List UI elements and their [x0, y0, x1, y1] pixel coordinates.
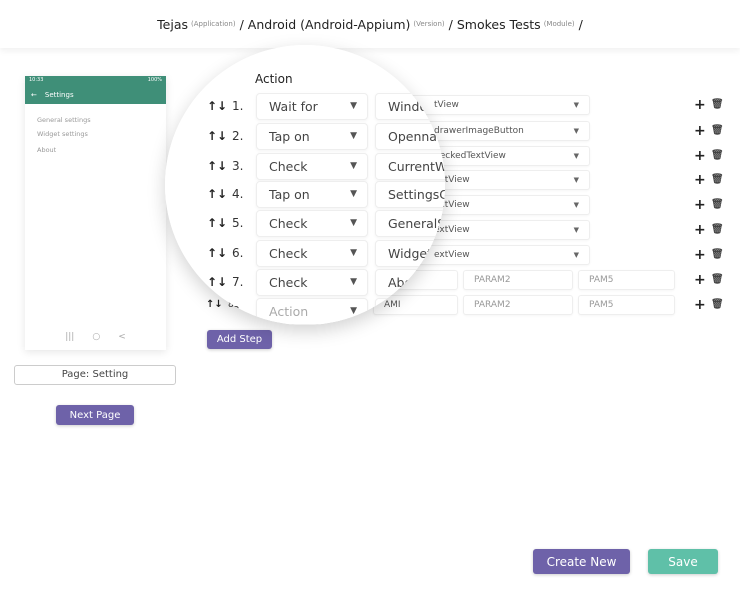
caret-down-icon: ▼: [573, 226, 579, 234]
version-label: (Version): [413, 20, 445, 28]
caret-down-icon: ▼: [350, 218, 357, 228]
caret-down-icon: ▼: [573, 101, 579, 109]
action-select[interactable]: Action ▼: [256, 298, 368, 325]
caret-down-icon: ▼: [350, 306, 357, 316]
target-value: extView: [434, 225, 470, 235]
action-select[interactable]: Check ▼: [256, 210, 368, 237]
trash-icon[interactable]: 🗑: [711, 95, 724, 115]
action-value: Check: [269, 275, 308, 290]
back-icon: <: [118, 332, 126, 342]
add-row-icon[interactable]: +: [694, 170, 706, 190]
reorder-icon[interactable]: ↑↓: [207, 210, 227, 237]
caret-down-icon: ▼: [350, 248, 357, 258]
breadcrumb-module[interactable]: Smokes Tests: [457, 17, 541, 32]
caret-down-icon: ▼: [573, 251, 579, 259]
action-column-header: Action: [255, 72, 293, 86]
reorder-icon[interactable]: ↑↓: [207, 240, 227, 267]
action-value: Tap on: [269, 187, 310, 202]
separator: /: [578, 16, 583, 32]
create-new-button[interactable]: Create New: [533, 549, 630, 574]
action-value: Tap on: [269, 129, 310, 144]
reorder-icon[interactable]: ↑↓: [207, 123, 227, 150]
step-number: 7.: [232, 275, 244, 289]
action-select[interactable]: Tap on ▼: [256, 181, 368, 208]
trash-icon[interactable]: 🗑: [711, 295, 724, 315]
add-row-icon[interactable]: +: [694, 121, 706, 141]
caret-down-icon: ▼: [573, 127, 579, 135]
step-number: 1.: [232, 99, 244, 113]
trash-icon[interactable]: 🗑: [711, 220, 724, 240]
action-value: Check: [269, 216, 308, 231]
target-value: tView: [434, 100, 459, 110]
reorder-icon[interactable]: ↑↓: [207, 181, 227, 208]
step-number: 6.: [232, 246, 244, 260]
phone-time: 10:33: [29, 77, 44, 83]
caret-down-icon: ▼: [350, 161, 357, 171]
target-value: heckedTextView: [434, 151, 506, 161]
reorder-icon[interactable]: ↑↓: [206, 295, 223, 315]
add-row-icon[interactable]: +: [694, 245, 706, 265]
param2-input[interactable]: PARAM2: [463, 295, 573, 315]
phone-nav-bar: ||| ○ <: [25, 332, 166, 342]
trash-icon[interactable]: 🗑: [711, 170, 724, 190]
action-value: Wait for: [269, 99, 318, 114]
reorder-icon[interactable]: ↑↓: [207, 269, 227, 296]
module-label: (Module): [543, 20, 575, 28]
add-row-icon[interactable]: +: [694, 270, 706, 290]
breadcrumb-application[interactable]: Tejas: [157, 17, 188, 32]
trash-icon[interactable]: 🗑: [711, 270, 724, 290]
caret-down-icon: ▼: [350, 131, 357, 141]
trash-icon[interactable]: 🗑: [711, 146, 724, 166]
step-number: 4.: [232, 187, 244, 201]
action-value: Check: [269, 159, 308, 174]
action-value: Action: [269, 304, 309, 319]
action-select[interactable]: Tap on ▼: [256, 123, 368, 150]
add-row-icon[interactable]: +: [694, 295, 706, 315]
breadcrumb-version[interactable]: Android (Android-Appium): [248, 17, 411, 32]
param3-input[interactable]: PAM5: [578, 295, 675, 315]
step-number: 3.: [232, 159, 244, 173]
trash-icon[interactable]: 🗑: [711, 121, 724, 141]
application-label: (Application): [191, 20, 236, 28]
action-value: Check: [269, 246, 308, 261]
separator: /: [239, 16, 244, 32]
breadcrumb: Tejas (Application) / Android (Android-Ap…: [0, 0, 740, 48]
action-select[interactable]: Check ▼: [256, 240, 368, 267]
trash-icon[interactable]: 🗑: [711, 195, 724, 215]
caret-down-icon: ▼: [573, 152, 579, 160]
step-number: 5.: [232, 216, 244, 230]
step-number: 2.: [232, 129, 244, 143]
reorder-icon[interactable]: ↑↓: [207, 93, 227, 120]
caret-down-icon: ▼: [573, 176, 579, 184]
recents-icon: |||: [65, 332, 75, 342]
action-select[interactable]: Check ▼: [256, 269, 368, 296]
next-page-button[interactable]: Next Page: [56, 405, 134, 425]
caret-down-icon: ▼: [573, 201, 579, 209]
trash-icon[interactable]: 🗑: [711, 245, 724, 265]
save-button[interactable]: Save: [648, 549, 718, 574]
phone-status-bar: 10:33 100%: [25, 76, 166, 85]
action-select[interactable]: Wait for ▼: [256, 93, 368, 120]
caret-down-icon: ▼: [350, 189, 357, 199]
param2-input[interactable]: PARAM2: [463, 270, 573, 290]
add-row-icon[interactable]: +: [694, 95, 706, 115]
param3-input[interactable]: PAM5: [578, 270, 675, 290]
target-value: drawerImageButton: [434, 126, 524, 136]
separator: /: [448, 16, 453, 32]
target-value: extView: [434, 250, 470, 260]
add-step-button[interactable]: Add Step: [207, 330, 272, 349]
caret-down-icon: ▼: [350, 101, 357, 111]
action-select[interactable]: Check ▼: [256, 153, 368, 180]
caret-down-icon: ▼: [350, 277, 357, 287]
reorder-icon[interactable]: ↑↓: [207, 153, 227, 180]
add-row-icon[interactable]: +: [694, 220, 706, 240]
add-row-icon[interactable]: +: [694, 195, 706, 215]
phone-battery: 100%: [147, 77, 162, 83]
page-label: Page: Setting: [14, 365, 176, 385]
add-row-icon[interactable]: +: [694, 146, 706, 166]
home-icon: ○: [92, 332, 101, 342]
